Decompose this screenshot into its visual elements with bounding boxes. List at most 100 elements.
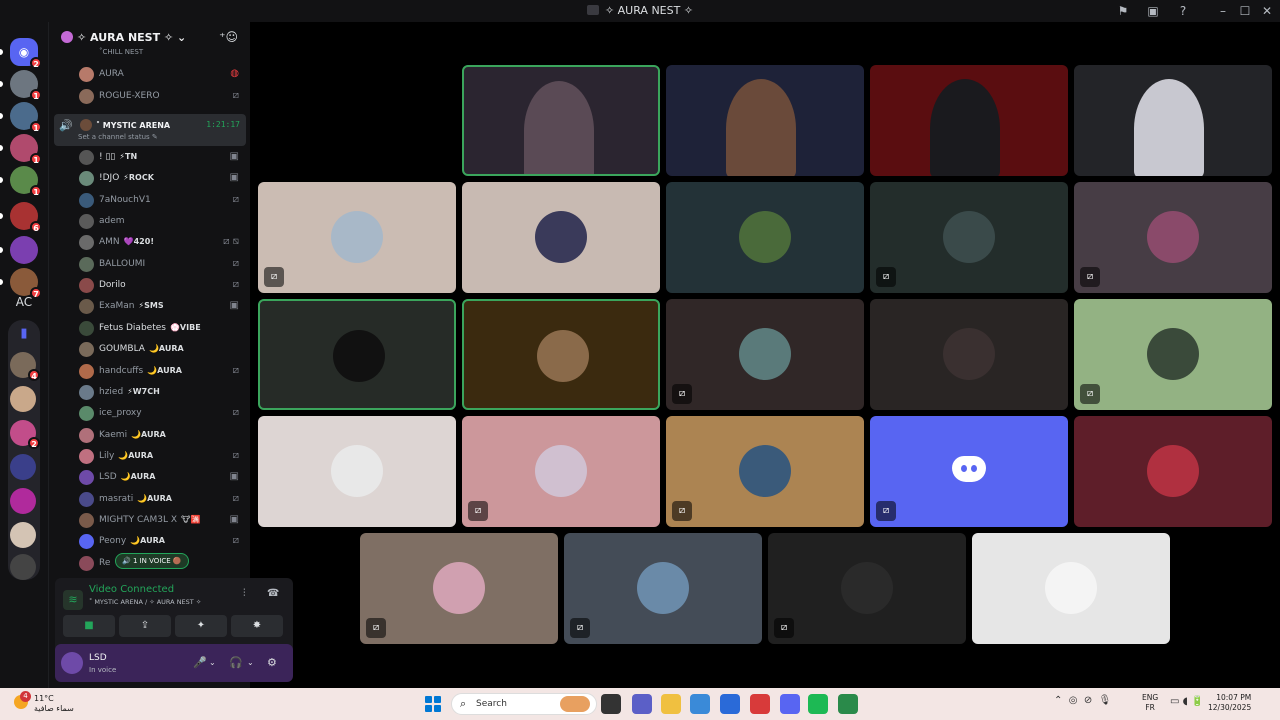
help-icon[interactable]: ? — [1174, 2, 1192, 20]
tile-user-8[interactable]: ⧄ — [870, 182, 1068, 293]
tile-user-15[interactable] — [258, 416, 456, 527]
close-button[interactable]: ✕ — [1258, 2, 1276, 20]
mic-options-icon[interactable]: ⌄ — [209, 658, 216, 667]
server-4-icon[interactable]: 1 — [10, 134, 42, 165]
discord-taskbar-icon[interactable] — [780, 694, 800, 714]
camera-button[interactable]: ■ — [63, 615, 115, 637]
tile-user-9[interactable]: ⧄ — [1074, 182, 1272, 293]
voice-member[interactable]: ! ▯▯ ⚡TN ▣ — [77, 147, 245, 168]
user-name[interactable]: LSD — [89, 653, 107, 663]
network-volume-icons[interactable]: ▭ ◖ 🔋 — [1170, 696, 1204, 707]
voice-member[interactable]: Peony 🌙AURA ⧄ — [77, 531, 245, 552]
tile-user-7[interactable] — [666, 182, 864, 293]
voice-status[interactable]: Video Connected — [89, 584, 174, 595]
voice-member[interactable]: !DJO ⚡ROCK ▣ — [77, 168, 245, 189]
tile-user-12[interactable]: ⧄ — [666, 299, 864, 410]
folder-server-1-icon[interactable]: 4 — [10, 352, 40, 381]
voice-member[interactable]: GOUMBLA 🌙AURA — [77, 339, 245, 360]
voice-member[interactable]: Fetus Diabetes 💮VIBE — [77, 318, 245, 339]
tile-user-6[interactable] — [462, 182, 660, 293]
tile-user-21[interactable]: ⧄ — [564, 533, 762, 644]
voice-channel-mystic-arena[interactable]: 🔊 ˚ MYSTIC ARENA 1:21:17 Set a channel s… — [54, 114, 246, 146]
voice-member[interactable]: AMN 💜420! ⧄ ⧅ — [77, 232, 245, 253]
tile-user-19[interactable] — [1074, 416, 1272, 527]
member-name-text: !DJO — [99, 173, 120, 184]
tile-user-18[interactable]: ⧄ — [870, 416, 1068, 527]
mic-icon[interactable]: 🎤 — [193, 656, 207, 669]
signal-icon[interactable]: ≋ — [63, 590, 83, 610]
server-5-icon[interactable]: 1 — [10, 166, 42, 197]
disconnect-icon[interactable]: ☎ — [267, 588, 279, 599]
channel-status[interactable]: Set a channel status ✎ — [78, 133, 158, 141]
folder-server-7-icon[interactable] — [10, 554, 36, 580]
voice-member[interactable]: handcuffs 🌙AURA ⧄ — [77, 361, 245, 382]
tile-user-10[interactable] — [258, 299, 456, 410]
opera-icon[interactable] — [750, 694, 770, 714]
folder-server-2-icon[interactable] — [10, 386, 36, 412]
voice-member[interactable]: adem — [77, 211, 245, 232]
voice-member[interactable]: Dorilo ⧄ — [77, 275, 245, 296]
video-user-1[interactable] — [462, 65, 660, 176]
tile-user-14[interactable]: ⧄ — [1074, 299, 1272, 410]
terminal-icon[interactable] — [838, 694, 858, 714]
voice-member[interactable]: ice_proxy ⧄ — [77, 403, 245, 424]
discord-home-icon[interactable]: ◉ 2 — [10, 38, 42, 69]
soundboard-button[interactable]: ✸ — [231, 615, 283, 637]
audio-options-icon[interactable]: ⌄ — [247, 658, 254, 667]
video-user-2[interactable] — [666, 65, 864, 176]
store-icon[interactable] — [720, 694, 740, 714]
file-explorer-icon[interactable] — [661, 694, 681, 714]
taskbar-search[interactable]: ⌕ Search — [451, 693, 597, 715]
tile-user-11[interactable] — [462, 299, 660, 410]
video-user-3[interactable] — [870, 65, 1068, 176]
folder-server-3-icon[interactable]: 2 — [10, 420, 40, 449]
tile-user-20[interactable]: ⧄ — [360, 533, 558, 644]
server-7-icon[interactable] — [10, 236, 38, 264]
voice-member[interactable]: ExaMan ⚡SMS ▣ — [77, 296, 245, 317]
voice-member[interactable]: masrati 🌙AURA ⧄ — [77, 489, 245, 510]
copilot-icon[interactable] — [690, 694, 710, 714]
headphones-icon[interactable]: 🎧 — [229, 656, 243, 669]
voice-member[interactable]: AURA ◍ — [77, 64, 245, 85]
screen-icon[interactable]: ▣ — [1144, 2, 1162, 20]
maximize-button[interactable]: ☐ — [1236, 2, 1254, 20]
voice-member[interactable]: 7aNouchV1 ⧄ — [77, 190, 245, 211]
voice-member[interactable]: ROGUE-XERO ⧄ — [77, 86, 245, 107]
voice-member[interactable]: LSD 🌙AURA ▣ — [77, 467, 245, 488]
server-8-icon[interactable]: 7 — [10, 268, 42, 299]
noise-suppression-icon[interactable]: ⫶ — [243, 588, 246, 599]
taskview-icon[interactable] — [601, 694, 621, 714]
voice-member[interactable]: MIGHTY CAM3L X 🐮🈵 ▣ — [77, 510, 245, 531]
folder-server-6-icon[interactable] — [10, 522, 36, 548]
clock[interactable]: 10:07 PM 12/30/2025 — [1208, 693, 1251, 713]
activity-button[interactable]: ✦ — [175, 615, 227, 637]
invite-icon[interactable]: ⁺☺ — [219, 30, 238, 44]
voice-member[interactable]: BALLOUMI ⧄ — [77, 254, 245, 275]
voice-member[interactable]: hzied ⚡W7CH — [77, 382, 245, 403]
minimize-button[interactable]: – — [1214, 2, 1232, 20]
tile-user-5[interactable]: ⧄ — [258, 182, 456, 293]
avatar — [79, 342, 94, 358]
folder-server-5-icon[interactable] — [10, 488, 36, 514]
server-6-icon[interactable]: 6 — [10, 202, 42, 233]
tile-user-13[interactable] — [870, 299, 1068, 410]
folder-server-4-icon[interactable] — [10, 454, 36, 480]
start-button[interactable] — [425, 696, 441, 712]
screen-share-button[interactable]: ⇪ — [119, 615, 171, 637]
tile-user-16[interactable]: ⧄ — [462, 416, 660, 527]
language-indicator[interactable]: ENG FR — [1142, 693, 1158, 713]
server-3-icon[interactable]: 1 — [10, 102, 42, 133]
inbox-icon[interactable]: ⚑ — [1114, 2, 1132, 20]
settings-gear-icon[interactable]: ⚙ — [267, 656, 277, 669]
spotify-icon[interactable] — [808, 694, 828, 714]
server-2-icon[interactable]: 1 — [10, 70, 42, 101]
system-tray[interactable]: ⌃ ◎ ⊘ 🎙 — [1054, 695, 1111, 706]
teams-icon[interactable] — [632, 694, 652, 714]
tile-user-17[interactable]: ⧄ — [666, 416, 864, 527]
video-user-4[interactable] — [1074, 65, 1272, 176]
tile-user-23[interactable] — [972, 533, 1170, 644]
voice-member[interactable]: Lily 🌙AURA ⧄ — [77, 446, 245, 467]
tile-user-22[interactable]: ⧄ — [768, 533, 966, 644]
avatar[interactable] — [61, 652, 83, 674]
voice-member[interactable]: Kaemi 🌙AURA — [77, 425, 245, 446]
